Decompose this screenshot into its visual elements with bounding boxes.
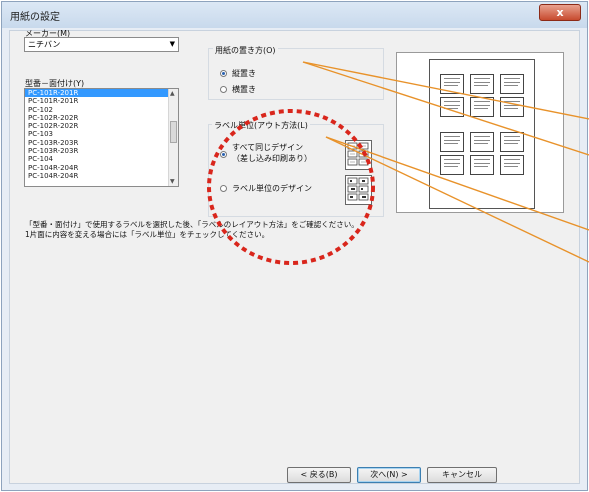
label-cell-preview — [440, 97, 464, 117]
chevron-down-icon: ▼ — [169, 40, 175, 48]
orientation-label: 用紙の置き方(O) — [213, 45, 278, 56]
label-cell-preview — [470, 97, 494, 117]
list-item[interactable]: PC-101R-201R — [25, 89, 178, 98]
list-item[interactable]: PC-102 — [25, 106, 178, 114]
landscape-label: 横置き — [232, 85, 256, 94]
landscape-radio[interactable] — [220, 86, 227, 93]
model-listbox[interactable]: PC-101R-201R PC-101R-201R PC-102 PC-102R-20… — [24, 88, 179, 187]
title-bar[interactable]: 用紙の設定 x — [2, 2, 587, 28]
close-button[interactable]: x — [539, 4, 581, 21]
portrait-label: 縦置き — [232, 69, 256, 78]
list-item[interactable]: PC-102R-202R — [25, 122, 178, 130]
same-design-layout-icon — [345, 140, 372, 170]
instruction-note: 「型番・面付け」で使用するラベルを選択した後、「ラベルのレイアウト方法」をご確認… — [25, 220, 359, 240]
paper-preview — [429, 59, 535, 209]
maker-selected-value: ニチバン — [28, 40, 61, 49]
list-item[interactable]: PC-101R-201R — [25, 97, 178, 105]
list-item[interactable]: PC-103R-203R — [25, 139, 178, 147]
label-cell-preview — [440, 74, 464, 94]
list-item[interactable]: PC-104R-204R — [25, 172, 178, 180]
same-design-radio[interactable] — [220, 151, 227, 158]
label-cell-preview — [500, 74, 524, 94]
scroll-down-icon[interactable]: ▼ — [170, 178, 175, 185]
label-cell-preview — [500, 97, 524, 117]
list-item[interactable]: PC-104R-204R — [25, 164, 178, 172]
list-item[interactable]: PC-102R-202R — [25, 114, 178, 122]
cancel-button[interactable]: キャンセル — [427, 467, 497, 483]
instruction-line-1: 「型番・面付け」で使用するラベルを選択した後、「ラベルのレイアウト方法」をご確認… — [25, 220, 359, 229]
per-label-design-radio[interactable] — [220, 185, 227, 192]
label-cell-preview — [500, 155, 524, 175]
list-item[interactable]: PC-104 — [25, 155, 178, 163]
label-cell-preview — [470, 74, 494, 94]
label-cell-preview — [470, 155, 494, 175]
back-button[interactable]: < 戻る(B) — [287, 467, 351, 483]
list-scrollbar[interactable]: ▲ ▼ — [168, 89, 178, 186]
per-label-layout-icon — [345, 175, 372, 205]
label-cell-preview — [500, 132, 524, 152]
scroll-up-icon[interactable]: ▲ — [170, 90, 175, 97]
maker-select[interactable]: ニチバン ▼ — [24, 37, 179, 52]
close-icon: x — [556, 6, 564, 19]
label-cell-preview — [470, 132, 494, 152]
next-button[interactable]: 次へ(N) > — [357, 467, 421, 483]
same-design-label-line1: すべて同じデザイン — [232, 143, 304, 152]
list-item[interactable]: PC-103R-203R — [25, 147, 178, 155]
label-cell-preview — [440, 132, 464, 152]
label-layout-label: ラベル単位(アウト方法(L) — [212, 120, 310, 131]
same-design-label-line2: （差し込み印刷あり） — [232, 154, 312, 163]
list-item[interactable]: PC-103 — [25, 130, 178, 138]
scroll-thumb[interactable] — [170, 121, 177, 143]
portrait-radio[interactable] — [220, 70, 227, 77]
label-sheet-preview — [396, 52, 564, 213]
per-label-design-label: ラベル単位のデザイン — [232, 184, 312, 193]
label-cell-preview — [440, 155, 464, 175]
instruction-line-2: 1片面に内容を変える場合には「ラベル単位」をチェックしてください。 — [25, 230, 270, 239]
window-title: 用紙の設定 — [10, 12, 60, 23]
